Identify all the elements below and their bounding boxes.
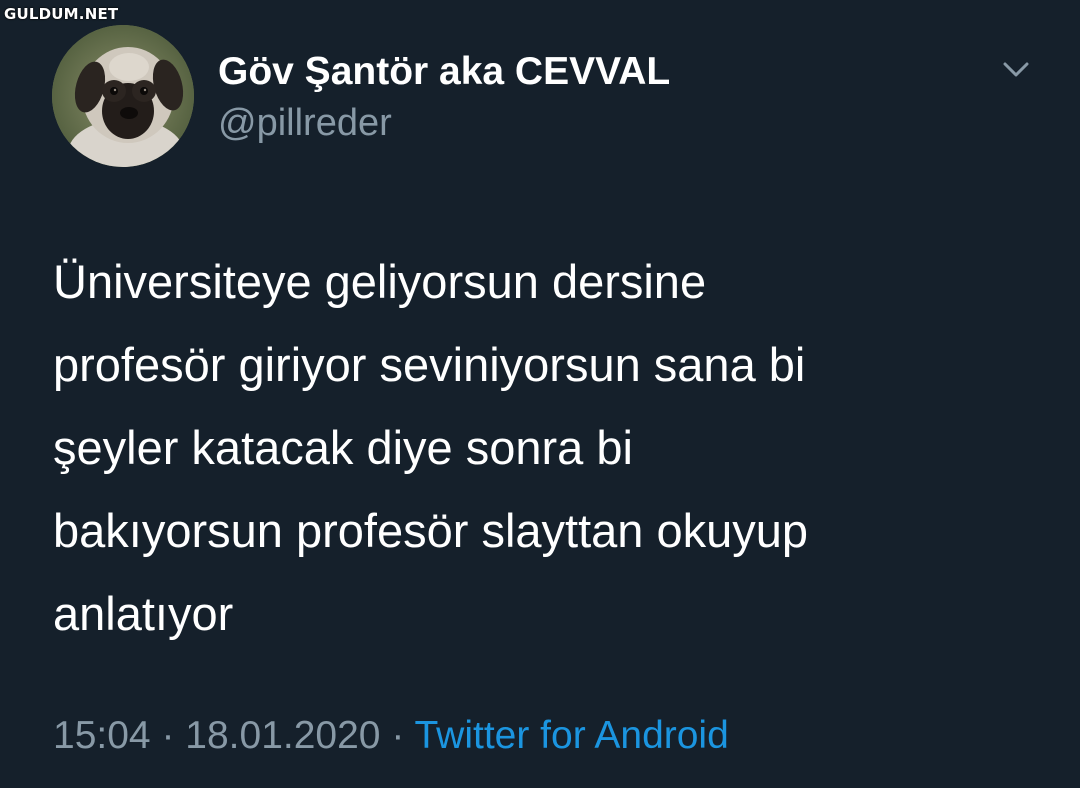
tweet-menu-button[interactable] xyxy=(996,54,1036,88)
puppy-avatar-icon xyxy=(52,25,194,167)
tweet-text: Üniversiteye geliyorsun dersine profesör… xyxy=(53,240,1053,655)
site-watermark: GULDUM.NET xyxy=(4,5,119,23)
tweet-text-line: Üniversiteye geliyorsun dersine xyxy=(53,255,707,308)
display-name[interactable]: Göv Şantör aka CEVVAL xyxy=(218,50,670,94)
tweet-source-link[interactable]: Twitter for Android xyxy=(414,714,728,757)
meta-separator: · xyxy=(391,714,405,757)
tweet-text-line: bakıyorsun profesör slayttan okuyup xyxy=(53,504,809,557)
tweet-text-line: profesör giriyor seviniyorsun sana bi xyxy=(53,338,806,391)
tweet-text-line: anlatıyor xyxy=(53,587,234,640)
profile-avatar[interactable] xyxy=(52,25,194,167)
tweet-metadata: 15:04 · 18.01.2020 · Twitter for Android xyxy=(53,714,729,758)
tweet-text-line: şeyler katacak diye sonra bi xyxy=(53,421,633,474)
meta-separator: · xyxy=(161,714,175,757)
tweet-date[interactable]: 18.01.2020 xyxy=(185,714,380,757)
tweet-time[interactable]: 15:04 xyxy=(53,714,151,757)
username-handle[interactable]: @pillreder xyxy=(218,102,392,145)
chevron-down-icon xyxy=(1003,62,1029,77)
